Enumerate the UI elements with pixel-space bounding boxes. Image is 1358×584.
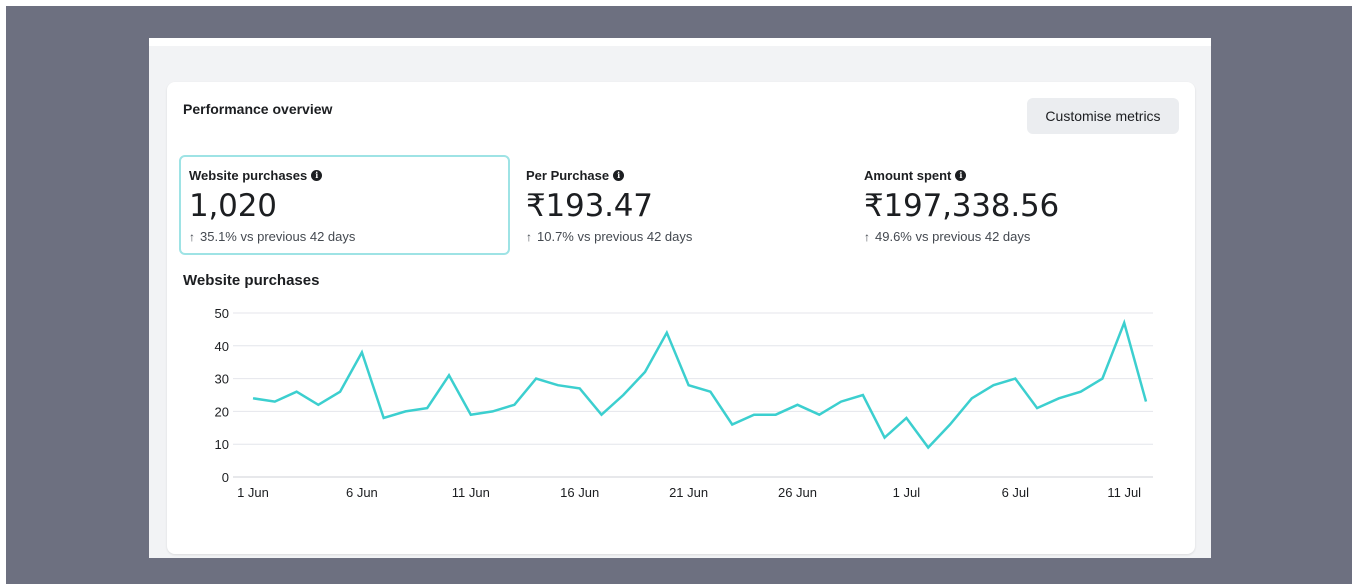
data-point[interactable] [446,372,452,378]
metric-label: Amount spent i [864,167,1176,183]
website-purchases-line-chart: 0 10 20 30 40 50 1 Jun 6 Jun 11 Jun 16 Jun 21 Jun 2… [215,306,1153,500]
y-tick-label: 40 [215,339,229,354]
data-point[interactable] [947,422,953,428]
y-tick-label: 20 [215,404,229,419]
x-tick-label: 21 Jun [669,485,708,500]
metric-value: 1,020 [189,188,277,224]
data-point[interactable] [250,395,256,401]
data-point[interactable] [620,392,626,398]
data-point[interactable] [315,402,321,408]
y-tick-label: 30 [215,372,229,387]
data-point[interactable] [903,415,909,421]
data-point[interactable] [402,408,408,414]
chart-title: Website purchases [183,272,320,289]
data-point[interactable] [577,385,583,391]
data-point[interactable] [468,412,474,418]
page-sheet: Performance overview Customise metrics W… [149,38,1211,558]
data-point[interactable] [598,412,604,418]
data-point[interactable] [511,402,517,408]
data-point[interactable] [882,435,888,441]
data-point[interactable] [860,392,866,398]
data-point[interactable] [490,408,496,414]
arrow-up-icon: ↑ [526,229,532,244]
info-icon[interactable]: i [613,169,625,181]
data-point[interactable] [686,382,692,388]
y-tick-label: 0 [222,470,229,485]
metric-label: Website purchases i [189,167,500,183]
data-point[interactable] [816,412,822,418]
arrow-up-icon: ↑ [189,229,195,244]
x-tick-label: 6 Jun [346,485,378,500]
data-point[interactable] [664,330,670,336]
metric-change: ↑ 49.6% vs previous 42 days [864,229,1176,244]
metric-label-text: Website purchases [189,167,308,183]
data-point[interactable] [773,412,779,418]
data-point[interactable] [294,389,300,395]
x-tick-label: 11 Jul [1107,485,1141,500]
data-point[interactable] [533,376,539,382]
data-point[interactable] [359,349,365,355]
metric-change-text: 35.1% vs previous 42 days [200,229,356,244]
metric-value: ₹193.47 [526,188,653,224]
metric-label-text: Per Purchase [526,167,610,183]
metric-change: ↑ 10.7% vs previous 42 days [526,229,838,244]
page-top-strip [149,38,1211,46]
data-point[interactable] [729,422,735,428]
info-icon[interactable]: i [955,169,967,181]
series-line [252,318,1148,450]
data-point[interactable] [707,389,713,395]
y-tick-label: 50 [215,306,229,321]
data-point[interactable] [337,389,343,395]
metric-website-purchases[interactable]: Website purchases i 1,020 ↑ 35.1% vs pre… [179,155,510,255]
data-point[interactable] [1078,389,1084,395]
data-point[interactable] [1143,399,1149,405]
data-point[interactable] [424,405,430,411]
performance-overview-card: Performance overview Customise metrics W… [167,82,1195,554]
metric-amount-spent[interactable]: Amount spent i ₹197,338.56 ↑ 49.6% vs pr… [855,155,1185,255]
x-tick-label: 1 Jul [893,485,921,500]
metric-label-text: Amount spent [864,167,952,183]
x-tick-label: 11 Jun [452,485,490,500]
data-point[interactable] [1012,376,1018,382]
metric-label: Per Purchase i [526,167,838,183]
info-icon[interactable]: i [311,169,323,181]
metric-change-text: 49.6% vs previous 42 days [875,229,1031,244]
data-point[interactable] [1056,395,1062,401]
data-point[interactable] [1034,405,1040,411]
metric-per-purchase[interactable]: Per Purchase i ₹193.47 ↑ 10.7% vs previo… [517,155,847,255]
data-point[interactable] [925,444,931,450]
data-point[interactable] [838,399,844,405]
data-point[interactable] [991,382,997,388]
card-title: Performance overview [183,101,333,117]
metric-change-text: 10.7% vs previous 42 days [537,229,693,244]
x-tick-label: 26 Jun [778,485,817,500]
data-point[interactable] [555,382,561,388]
data-point[interactable] [1121,320,1127,326]
x-tick-label: 6 Jul [1002,485,1030,500]
data-point[interactable] [751,412,757,418]
x-tick-label: 1 Jun [237,485,269,500]
data-point[interactable] [1099,376,1105,382]
x-tick-label: 16 Jun [560,485,599,500]
metric-change: ↑ 35.1% vs previous 42 days [189,229,500,244]
data-point[interactable] [795,402,801,408]
customise-metrics-button[interactable]: Customise metrics [1027,98,1179,134]
data-point[interactable] [381,415,387,421]
y-tick-label: 10 [215,437,229,452]
arrow-up-icon: ↑ [864,229,870,244]
data-point[interactable] [272,399,278,405]
data-point[interactable] [642,369,648,375]
metric-value: ₹197,338.56 [864,188,1060,224]
data-point[interactable] [969,395,975,401]
